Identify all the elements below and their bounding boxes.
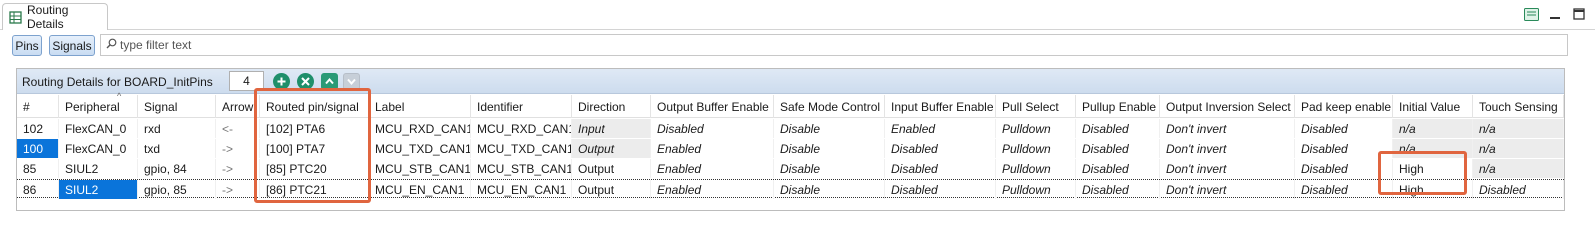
column-header[interactable]: Input Buffer Enable — [885, 95, 996, 118]
tab-routing-details[interactable]: Routing Details — [2, 3, 108, 31]
search-icon — [106, 38, 117, 52]
filter-toolbar: Pins Signals — [0, 33, 1595, 57]
column-header[interactable]: Safe Mode Control — [774, 95, 885, 118]
table-cell[interactable]: Disabled — [1076, 119, 1160, 138]
table-row[interactable]: 85 SIUL2 gpio, 84 -> [85] PTC20 MCU_STB_… — [17, 159, 1564, 178]
column-header[interactable]: Pad keep enable — [1295, 95, 1393, 118]
table-cell[interactable]: Disabled — [885, 159, 996, 178]
table-cell[interactable]: Disabled — [1076, 180, 1160, 199]
table-cell[interactable]: Disabled — [1076, 159, 1160, 178]
column-header[interactable]: # — [17, 95, 59, 118]
table-cell: 100 — [17, 139, 59, 158]
table-cell[interactable]: MCU_EN_CAN1 — [471, 180, 572, 199]
table-cell[interactable]: txd — [138, 139, 216, 158]
table-header: # ^ Peripheral Signal Arrow Routed pin/si… — [17, 91, 1564, 118]
column-header[interactable]: ^ Peripheral — [59, 91, 138, 118]
table-cell[interactable]: Output — [572, 139, 651, 158]
highlight-box-initial-value — [1378, 151, 1467, 195]
filter-input[interactable] — [120, 38, 1520, 52]
column-header[interactable]: Pull Select — [996, 95, 1076, 118]
column-header[interactable]: Pullup Enable — [1076, 95, 1160, 118]
table-cell[interactable]: Enabled — [885, 119, 996, 138]
table-cell[interactable]: gpio, 85 — [138, 180, 216, 199]
table-cell: 86 — [17, 180, 59, 199]
table-cell: 85 — [17, 159, 59, 178]
pins-toggle-button[interactable]: Pins — [12, 35, 42, 56]
column-header[interactable]: Output Buffer Enable — [651, 95, 774, 118]
column-header[interactable]: Touch Sensing — [1473, 95, 1564, 118]
column-header[interactable]: Label — [369, 95, 471, 118]
table-cell[interactable]: Don't invert — [1160, 139, 1295, 158]
table-cell[interactable]: MCU_RXD_CAN1 — [369, 119, 471, 138]
panel-title: Routing Details for BOARD_InitPins — [22, 75, 213, 89]
table-cell[interactable]: Disable — [774, 139, 885, 158]
table-cell[interactable]: SIUL2 — [59, 180, 138, 199]
table-cell[interactable]: n/a — [1473, 159, 1564, 178]
sort-indicator-icon: ^ — [117, 91, 122, 101]
table-cell[interactable]: Pulldown — [996, 139, 1076, 158]
table-cell[interactable]: MCU_STB_CAN1 — [369, 159, 471, 178]
table-cell[interactable]: n/a — [1473, 139, 1564, 158]
table-cell[interactable]: Enabled — [651, 139, 774, 158]
table-cell[interactable]: Don't invert — [1160, 119, 1295, 138]
table-cell[interactable]: MCU_RXD_CAN1 — [471, 119, 572, 138]
highlight-box-routed-pin — [254, 88, 371, 203]
minimize-icon[interactable] — [1547, 6, 1563, 22]
column-header[interactable]: Signal — [138, 95, 216, 118]
table-cell[interactable]: Disabled — [651, 119, 774, 138]
table-cell[interactable]: MCU_TXD_CAN1 — [471, 139, 572, 158]
table-cell[interactable]: Input — [572, 119, 651, 138]
table-cell[interactable]: Disable — [774, 159, 885, 178]
routing-details-icon — [9, 10, 22, 24]
column-header[interactable]: Identifier — [471, 95, 572, 118]
filter-field[interactable] — [100, 34, 1568, 56]
table-cell[interactable]: Pulldown — [996, 180, 1076, 199]
tab-title: Routing Details — [27, 3, 69, 31]
table-cell[interactable]: Disabled — [885, 139, 996, 158]
panel-header: Routing Details for BOARD_InitPins 4 — [17, 69, 1564, 94]
table-cell[interactable]: MCU_EN_CAN1 — [369, 180, 471, 199]
table-cell[interactable]: Disable — [774, 180, 885, 199]
table-cell[interactable]: n/a — [1393, 119, 1473, 138]
routing-details-panel: Routing Details for BOARD_InitPins 4 # ^… — [16, 68, 1565, 211]
table-cell[interactable]: n/a — [1473, 119, 1564, 138]
view-menu-icon[interactable] — [1523, 6, 1539, 22]
column-header[interactable]: Output Inversion Select — [1160, 95, 1295, 118]
table-cell[interactable]: Pulldown — [996, 159, 1076, 178]
table-cell[interactable]: Output — [572, 180, 651, 199]
signals-toggle-button[interactable]: Signals — [49, 35, 95, 56]
maximize-icon[interactable] — [1571, 6, 1587, 22]
table-cell[interactable]: Disabled — [1076, 139, 1160, 158]
table-cell[interactable]: Disabled — [885, 180, 996, 199]
table-cell[interactable]: Pulldown — [996, 119, 1076, 138]
column-header[interactable]: Initial Value — [1393, 95, 1473, 118]
table-cell[interactable]: Disable — [774, 119, 885, 138]
table-row[interactable]: 102 FlexCAN_0 rxd <- [102] PTA6 MCU_RXD_… — [17, 119, 1564, 138]
table-cell[interactable]: Disabled — [1295, 119, 1393, 138]
table-cell[interactable]: Enabled — [651, 180, 774, 199]
table-cell[interactable]: Enabled — [651, 159, 774, 178]
table-cell: 102 — [17, 119, 59, 138]
column-header[interactable]: Direction — [572, 95, 651, 118]
table-cell[interactable]: rxd — [138, 119, 216, 138]
table-cell[interactable]: FlexCAN_0 — [59, 139, 138, 158]
table-cell[interactable]: Don't invert — [1160, 180, 1295, 199]
table-row[interactable]: 100 FlexCAN_0 txd -> [100] PTA7 MCU_TXD_… — [17, 139, 1564, 158]
table-row-focused[interactable]: 86 SIUL2 gpio, 85 -> [86] PTC21 MCU_EN_C… — [17, 179, 1564, 199]
table-cell[interactable]: FlexCAN_0 — [59, 119, 138, 138]
table-cell[interactable]: gpio, 84 — [138, 159, 216, 178]
table-cell[interactable]: MCU_STB_CAN1 — [471, 159, 572, 178]
view-tab-bar: Routing Details — [0, 0, 1595, 31]
table-cell[interactable]: Don't invert — [1160, 159, 1295, 178]
table-cell[interactable]: SIUL2 — [59, 159, 138, 178]
table-cell[interactable]: Output — [572, 159, 651, 178]
table-cell[interactable]: Disabled — [1473, 180, 1564, 199]
table-cell[interactable]: MCU_TXD_CAN1 — [369, 139, 471, 158]
